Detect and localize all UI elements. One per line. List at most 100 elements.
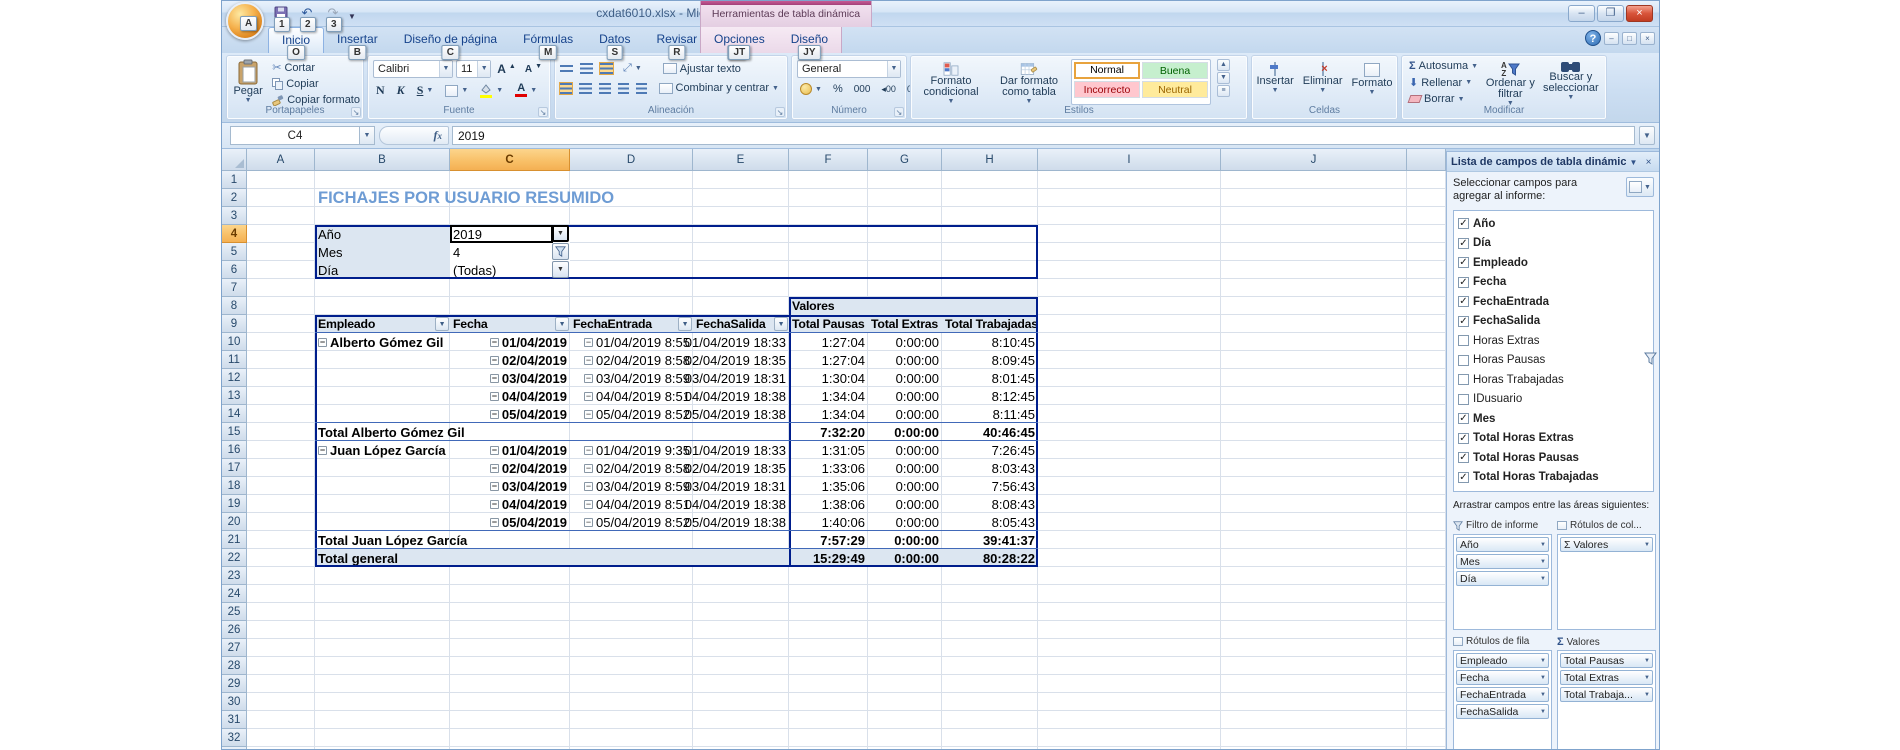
cell-H23[interactable] bbox=[942, 567, 1038, 585]
area-item-dropdown[interactable]: ▼ bbox=[1540, 542, 1548, 548]
content-E20[interactable]: 05/04/2019 18:38 bbox=[693, 513, 789, 531]
cell-I8[interactable] bbox=[1038, 297, 1221, 315]
autosum-dropdown[interactable]: ▼ bbox=[1471, 63, 1478, 70]
comma-style-button[interactable]: 000 bbox=[851, 83, 874, 96]
content-F18[interactable]: 1:35:06 bbox=[789, 477, 868, 495]
cell-C30[interactable] bbox=[450, 693, 570, 711]
cell-J29[interactable] bbox=[1221, 675, 1407, 693]
content-G19[interactable]: 0:00:00 bbox=[868, 495, 942, 513]
cell-A18[interactable] bbox=[247, 477, 315, 495]
delete-cells-dropdown[interactable]: ▼ bbox=[1319, 87, 1326, 94]
content-G11[interactable]: 0:00:00 bbox=[868, 351, 942, 369]
content-C19[interactable]: −04/04/2019 bbox=[450, 495, 570, 513]
checkbox-d-a[interactable]: ✓ bbox=[1458, 238, 1469, 249]
cell-I21[interactable] bbox=[1038, 531, 1221, 549]
content-G16[interactable]: 0:00:00 bbox=[868, 441, 942, 459]
cell-C31[interactable] bbox=[450, 711, 570, 729]
row-header-10[interactable]: 10 bbox=[222, 333, 247, 351]
cell-G24[interactable] bbox=[868, 585, 942, 603]
cell-A5[interactable] bbox=[247, 243, 315, 261]
cell-E8[interactable] bbox=[693, 297, 789, 315]
area-item-d-a[interactable]: Día▼ bbox=[1456, 571, 1549, 586]
align-right-icon[interactable] bbox=[599, 83, 611, 94]
cell-B11[interactable] bbox=[315, 351, 450, 369]
close-button[interactable]: × bbox=[1626, 5, 1653, 22]
cell-D24[interactable] bbox=[570, 585, 693, 603]
content-B16[interactable]: −Juan López García bbox=[315, 441, 450, 459]
area-item-dropdown[interactable]: ▼ bbox=[1540, 576, 1548, 582]
number-format-combo[interactable]: General▼ bbox=[797, 60, 901, 78]
merge-center-dropdown[interactable]: ▼ bbox=[772, 85, 779, 92]
cell-J22[interactable] bbox=[1221, 549, 1407, 567]
field-fechaentrada[interactable]: ✓FechaEntrada bbox=[1456, 292, 1651, 312]
content-H14[interactable]: 8:11:45 bbox=[942, 405, 1038, 423]
content-D16[interactable]: −01/04/2019 9:35 bbox=[570, 441, 693, 459]
cell-F31[interactable] bbox=[789, 711, 868, 729]
accounting-format-button[interactable]: ▼ bbox=[797, 82, 825, 96]
content-E14[interactable]: 05/04/2019 18:38 bbox=[693, 405, 789, 423]
checkbox-horas-extras[interactable] bbox=[1458, 335, 1469, 346]
col-header-J[interactable]: J bbox=[1221, 149, 1407, 171]
cell-F2[interactable] bbox=[789, 189, 868, 207]
area-item-dropdown[interactable]: ▼ bbox=[1540, 658, 1548, 664]
collapse-icon[interactable]: − bbox=[490, 482, 499, 491]
sort-filter-button[interactable]: AZ Ordenar y filtrar ▼ bbox=[1481, 59, 1540, 105]
cell-A24[interactable] bbox=[247, 585, 315, 603]
pivot-header-dropdown-B9[interactable]: ▼ bbox=[435, 317, 449, 331]
cell-I15[interactable] bbox=[1038, 423, 1221, 441]
field-idusuario[interactable]: IDusuario bbox=[1456, 390, 1651, 410]
paste-dropdown[interactable]: ▼ bbox=[245, 97, 252, 104]
content-E18[interactable]: 03/04/2019 18:31 bbox=[693, 477, 789, 495]
cell-style-incorrecto[interactable]: Incorrecto bbox=[1074, 81, 1140, 98]
content-D18[interactable]: −03/04/2019 8:59 bbox=[570, 477, 693, 495]
cell-I12[interactable] bbox=[1038, 369, 1221, 387]
grow-font-button[interactable]: A▲ bbox=[494, 60, 519, 78]
content-C20[interactable]: −05/04/2019 bbox=[450, 513, 570, 531]
cell-C26[interactable] bbox=[450, 621, 570, 639]
cell-J30[interactable] bbox=[1221, 693, 1407, 711]
format-as-table-button[interactable]: Dar formato como tabla ▼ bbox=[991, 59, 1067, 105]
content-E17[interactable]: 02/04/2019 18:35 bbox=[693, 459, 789, 477]
pivot-header-dropdown-C9[interactable]: ▼ bbox=[555, 317, 569, 331]
checkbox-total-horas-trabajadas[interactable]: ✓ bbox=[1458, 472, 1469, 483]
cell-I6[interactable] bbox=[1038, 261, 1221, 279]
cell-F4[interactable] bbox=[789, 225, 868, 243]
format-cells-dropdown[interactable]: ▼ bbox=[1369, 89, 1376, 96]
office-button[interactable]: A bbox=[226, 2, 264, 40]
cell-style-normal[interactable]: Normal bbox=[1074, 62, 1140, 79]
content-G15[interactable]: 0:00:00 bbox=[868, 423, 942, 441]
cell-G23[interactable] bbox=[868, 567, 942, 585]
cell-F24[interactable] bbox=[789, 585, 868, 603]
cell-D15[interactable] bbox=[570, 423, 693, 441]
row-header-32[interactable]: 32 bbox=[222, 729, 247, 747]
font-dialog-launcher[interactable]: ↘ bbox=[538, 107, 548, 117]
cell-B8[interactable] bbox=[315, 297, 450, 315]
content-C10[interactable]: −01/04/2019 bbox=[450, 333, 570, 351]
content-F10[interactable]: 1:27:04 bbox=[789, 333, 868, 351]
cell-I24[interactable] bbox=[1038, 585, 1221, 603]
content-E19[interactable]: 04/04/2019 18:38 bbox=[693, 495, 789, 513]
row-header-23[interactable]: 23 bbox=[222, 567, 247, 585]
cell-G3[interactable] bbox=[868, 207, 942, 225]
cell-A20[interactable] bbox=[247, 513, 315, 531]
expand-formula-bar-button[interactable]: ▼ bbox=[1639, 126, 1655, 145]
cell-E26[interactable] bbox=[693, 621, 789, 639]
cell-G1[interactable] bbox=[868, 171, 942, 189]
cell-F1[interactable] bbox=[789, 171, 868, 189]
cell-A19[interactable] bbox=[247, 495, 315, 513]
cell-A3[interactable] bbox=[247, 207, 315, 225]
content-E10[interactable]: 01/04/2019 18:33 bbox=[693, 333, 789, 351]
area-item-dropdown[interactable]: ▼ bbox=[1540, 559, 1548, 565]
tab-opciones[interactable]: OpcionesJT bbox=[701, 27, 778, 53]
row-header-24[interactable]: 24 bbox=[222, 585, 247, 603]
cell-G6[interactable] bbox=[868, 261, 942, 279]
collapse-icon[interactable]: − bbox=[490, 410, 499, 419]
content-H9[interactable]: Total Trabajadas bbox=[942, 315, 1038, 333]
redo-button[interactable]: ↷ 3 bbox=[322, 3, 344, 23]
cell-A26[interactable] bbox=[247, 621, 315, 639]
cell-G26[interactable] bbox=[868, 621, 942, 639]
cell-J11[interactable] bbox=[1221, 351, 1407, 369]
collapse-icon[interactable]: − bbox=[490, 392, 499, 401]
cell-I27[interactable] bbox=[1038, 639, 1221, 657]
clear-dropdown[interactable]: ▼ bbox=[1458, 96, 1465, 103]
